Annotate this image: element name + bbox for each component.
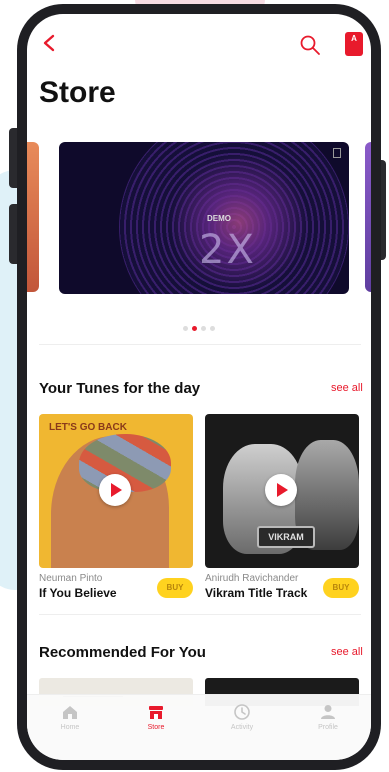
- play-icon[interactable]: [265, 474, 297, 506]
- carousel-next-card[interactable]: [365, 142, 371, 292]
- home-icon: [63, 706, 77, 719]
- divider: [39, 614, 361, 615]
- banner-corner-icon: [333, 148, 341, 158]
- person-icon: [321, 705, 335, 719]
- account-badge[interactable]: A: [345, 32, 363, 56]
- album-art[interactable]: VIKRAM: [205, 414, 359, 568]
- recommended-section-title: Recommended For You: [39, 644, 206, 661]
- album-art-text: LET'S GO BACK: [49, 422, 127, 433]
- page-dot[interactable]: [183, 326, 188, 331]
- top-bar: A: [27, 14, 371, 66]
- featured-carousel[interactable]: DEMO 2X: [27, 132, 371, 302]
- tune-card[interactable]: VIKRAM Anirudh Ravichander Vikram Title …: [205, 414, 359, 600]
- tab-store[interactable]: Store: [121, 703, 191, 760]
- app-screen: A Store DEMO 2X Your Tunes for the day s…: [27, 14, 371, 760]
- tab-bar: Home Store Activity Profile: [27, 694, 371, 760]
- carousel-prev-card[interactable]: [27, 142, 39, 292]
- chevron-left-icon[interactable]: [39, 32, 61, 54]
- tab-label: Activity: [230, 724, 254, 731]
- carousel-page-indicator[interactable]: [183, 326, 215, 331]
- clock-icon: [234, 704, 250, 720]
- album-art[interactable]: LET'S GO BACK: [39, 414, 193, 568]
- search-icon[interactable]: [299, 34, 321, 56]
- tab-profile[interactable]: Profile: [293, 703, 363, 760]
- buy-button[interactable]: BUY: [157, 578, 193, 598]
- album-art-logo: VIKRAM: [257, 526, 315, 548]
- recommended-see-all-link[interactable]: see all: [331, 646, 363, 658]
- tab-label: Profile: [318, 724, 338, 731]
- tunes-section-title: Your Tunes for the day: [39, 380, 201, 397]
- tab-label: Store: [147, 724, 165, 731]
- stage: A Store DEMO 2X Your Tunes for the day s…: [0, 0, 389, 772]
- tab-home[interactable]: Home: [35, 703, 105, 760]
- tab-activity[interactable]: Activity: [207, 703, 277, 760]
- play-icon[interactable]: [99, 474, 131, 506]
- tab-label: Home: [60, 724, 80, 731]
- store-icon: [149, 706, 163, 719]
- page-dot[interactable]: [210, 326, 215, 331]
- page-dot-active[interactable]: [192, 326, 197, 331]
- page-title: Store: [39, 76, 116, 109]
- tune-card[interactable]: LET'S GO BACK Neuman Pinto If You Believ…: [39, 414, 193, 600]
- phone-frame: A Store DEMO 2X Your Tunes for the day s…: [17, 4, 381, 770]
- page-dot[interactable]: [201, 326, 206, 331]
- banner-title: 2X: [199, 227, 256, 273]
- divider: [39, 344, 361, 345]
- tunes-see-all-link[interactable]: see all: [331, 382, 363, 394]
- banner-tag: DEMO: [207, 214, 231, 223]
- featured-banner[interactable]: DEMO 2X: [59, 142, 349, 294]
- buy-button[interactable]: BUY: [323, 578, 359, 598]
